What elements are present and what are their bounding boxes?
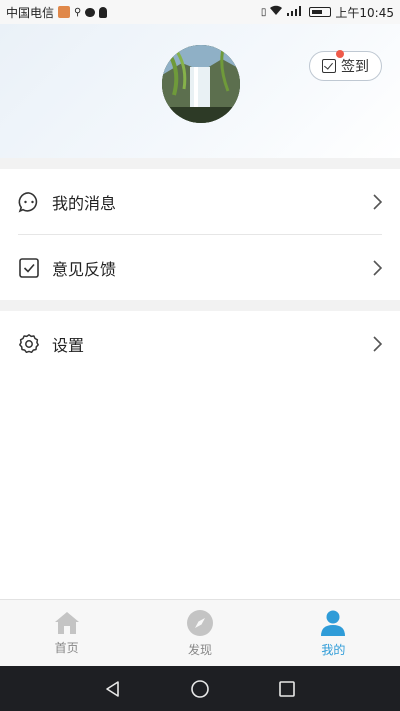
- signal-icon: [287, 5, 305, 19]
- menu-label-feedback: 意见反馈: [52, 259, 117, 279]
- wifi-icon: [269, 5, 283, 19]
- status-right: ▯ 上午10:45: [261, 4, 394, 21]
- chevron-right-icon: [373, 335, 382, 352]
- usb-icon: ⚲: [74, 6, 82, 18]
- chevron-right-icon: [373, 193, 382, 210]
- checkin-label: 签到: [341, 59, 369, 75]
- compass-icon: [186, 609, 213, 636]
- menu-label-messages: 我的消息: [52, 193, 117, 213]
- section-gap: [0, 158, 400, 169]
- menu-label-settings: 设置: [52, 335, 85, 355]
- checkbox-icon: [322, 59, 336, 73]
- menu-item-messages[interactable]: 我的消息: [0, 169, 400, 234]
- recent-apps-icon[interactable]: [278, 680, 296, 698]
- tab-discover[interactable]: 发现: [133, 600, 266, 666]
- menu-item-feedback[interactable]: 意见反馈: [0, 235, 400, 300]
- tab-home[interactable]: 首页: [0, 600, 133, 666]
- status-left: 中国电信 ⚲: [6, 4, 108, 21]
- feedback-icon: [19, 257, 39, 278]
- notification-dot: [336, 50, 344, 58]
- bottom-tab-bar: 首页 发现 我的: [0, 599, 400, 666]
- tab-label-discover: 发现: [187, 642, 212, 657]
- tab-label-home: 首页: [54, 640, 79, 655]
- profile-header: 签到: [0, 24, 400, 158]
- tab-mine[interactable]: 我的: [267, 600, 400, 666]
- system-nav-bar: [0, 666, 400, 711]
- checkin-button[interactable]: 签到: [309, 50, 382, 81]
- battery-icon: [309, 7, 332, 17]
- app-notification-icon: [58, 6, 71, 18]
- chat-icon: [85, 7, 96, 17]
- user-icon: [321, 610, 346, 636]
- gear-icon: [19, 333, 39, 353]
- home-icon: [54, 611, 79, 634]
- section-gap: [0, 300, 400, 311]
- chevron-right-icon: [373, 259, 382, 276]
- vibrate-icon: ▯: [260, 6, 266, 18]
- tab-label-mine: 我的: [321, 642, 346, 657]
- clock: 上午10:45: [335, 5, 394, 20]
- carrier-name: 中国电信: [6, 5, 55, 20]
- qq-icon: [99, 6, 108, 18]
- waterfall-image: [162, 45, 240, 123]
- avatar[interactable]: [162, 45, 240, 123]
- back-icon[interactable]: [104, 680, 122, 698]
- message-icon: [18, 191, 38, 212]
- home-circle-icon[interactable]: [190, 679, 210, 699]
- menu-item-settings[interactable]: 设置: [0, 311, 400, 376]
- status-bar: 中国电信 ⚲ ▯ 上午10:45: [0, 0, 400, 24]
